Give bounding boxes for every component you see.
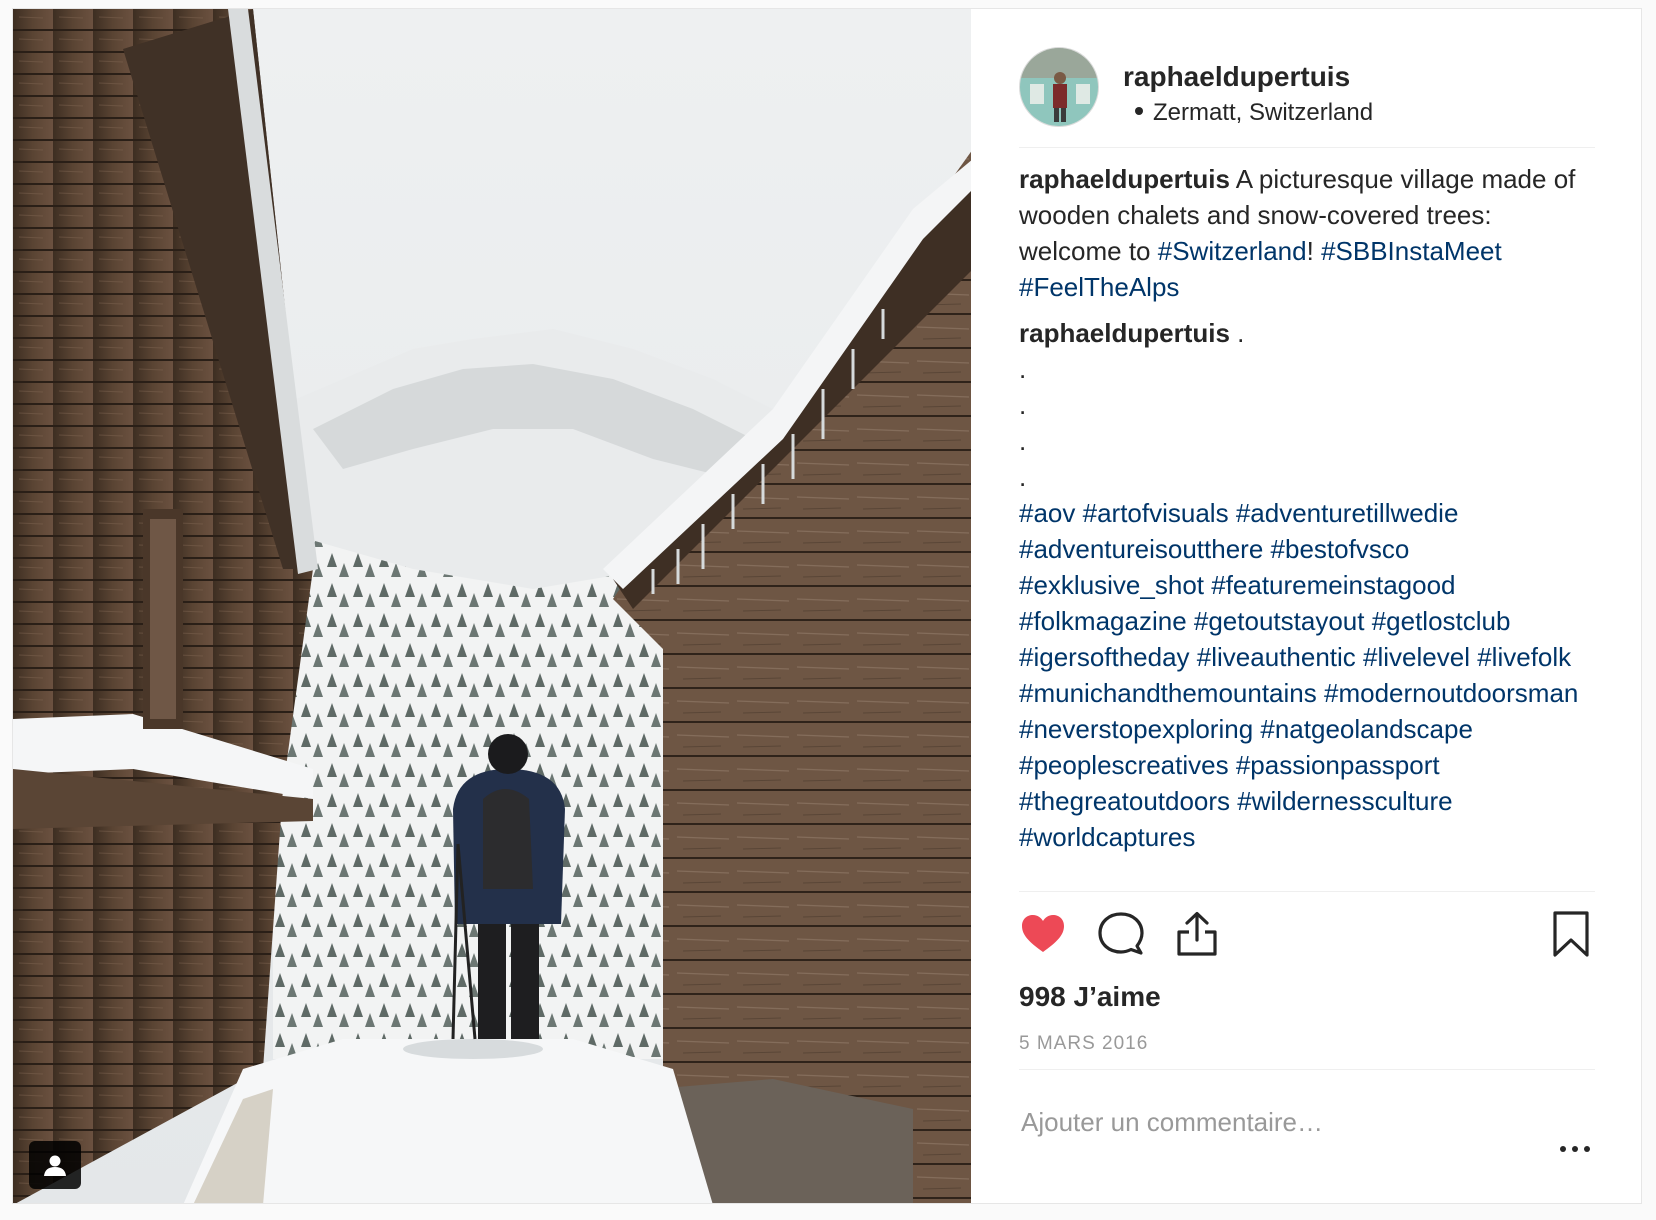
hashtag-link[interactable]: #passionpassport <box>1236 750 1440 780</box>
hashtag-link[interactable]: #neverstopexploring <box>1019 714 1253 744</box>
comment-button[interactable] <box>1097 910 1145 958</box>
hashtag-link[interactable]: #natgeolandscape <box>1260 714 1473 744</box>
save-button[interactable] <box>1547 910 1595 958</box>
more-options-button[interactable] <box>1555 1139 1595 1159</box>
comment-text-dot: . <box>1237 318 1245 348</box>
hashtag-comment: raphaeldupertuis . . . . . #aov #artofvi… <box>1019 315 1599 855</box>
share-icon <box>1177 911 1217 956</box>
hashtag-link[interactable]: #getoutstayout <box>1194 606 1365 636</box>
hashtag-link[interactable]: #aov <box>1019 498 1075 528</box>
hashtag-link[interactable]: #SBBInstaMeet <box>1321 236 1502 266</box>
speech-bubble-icon <box>1098 912 1144 955</box>
hashtag-link[interactable]: #wildernessculture <box>1237 786 1452 816</box>
location-separator-dot <box>1135 107 1143 116</box>
likes-count[interactable]: 998 J’aime <box>1019 981 1161 1013</box>
comment-dot-line: . <box>1019 462 1027 492</box>
hashtag-link[interactable]: #exklusive_shot <box>1019 570 1204 600</box>
tagged-users-button[interactable] <box>29 1141 81 1189</box>
hashtag-link[interactable]: #featuremeinstagood <box>1211 570 1455 600</box>
add-comment-input[interactable] <box>1019 1099 1503 1145</box>
hashtag-link[interactable]: #livelevel <box>1363 642 1470 672</box>
post-photo-graphic <box>13 9 971 1203</box>
caption-text-part-2: ! <box>1306 236 1314 266</box>
hashtag-link[interactable]: #modernoutdoorsman <box>1324 678 1578 708</box>
hashtag-link[interactable]: #getlostclub <box>1372 606 1511 636</box>
like-button[interactable] <box>1019 910 1067 958</box>
hashtag-link[interactable]: #liveauthentic <box>1197 642 1356 672</box>
post-owner-username[interactable]: raphaeldupertuis <box>1123 61 1350 93</box>
comment-dot-line: . <box>1019 390 1027 420</box>
caption-username[interactable]: raphaeldupertuis <box>1019 164 1230 194</box>
hashtag-link[interactable]: #FeelTheAlps <box>1019 272 1179 302</box>
post-location-text[interactable]: Zermatt, Switzerland <box>1153 99 1373 126</box>
hashtag-link[interactable]: #adventureisoutthere <box>1019 534 1263 564</box>
hashtag-link[interactable]: #munichandthemountains <box>1019 678 1317 708</box>
caption-comment: raphaeldupertuis A picturesque village m… <box>1019 161 1599 305</box>
hashtag-link[interactable]: #peoplescreatives <box>1019 750 1229 780</box>
post-location[interactable]: Zermatt, Switzerland <box>1123 99 1373 127</box>
user-icon <box>44 1155 66 1176</box>
hashtag-link[interactable]: #Switzerland <box>1158 236 1307 266</box>
heart-icon <box>1022 915 1064 952</box>
divider <box>1019 1069 1595 1070</box>
hashtag-link[interactable]: #igersoftheday <box>1019 642 1190 672</box>
avatar[interactable] <box>1019 47 1099 127</box>
comment-username[interactable]: raphaeldupertuis <box>1019 318 1230 348</box>
hashtag-link[interactable]: #livefolk <box>1477 642 1571 672</box>
post-header: raphaeldupertuis Zermatt, Switzerland <box>1019 47 1595 148</box>
comment-dot-line: . <box>1019 426 1027 456</box>
post-photo[interactable] <box>13 9 971 1203</box>
hashtag-link[interactable]: #folkmagazine <box>1019 606 1187 636</box>
hashtag-link[interactable]: #thegreatoutdoors <box>1019 786 1230 816</box>
post-card: raphaeldupertuis Zermatt, Switzerland ra… <box>12 8 1642 1204</box>
post-sidebar: raphaeldupertuis Zermatt, Switzerland ra… <box>971 9 1641 1203</box>
hashtag-link[interactable]: #artofvisuals <box>1083 498 1229 528</box>
comment-dot-line: . <box>1019 354 1027 384</box>
hashtag-link[interactable]: #adventuretillwedie <box>1236 498 1459 528</box>
avatar-image <box>1020 48 1098 126</box>
share-button[interactable] <box>1173 910 1221 958</box>
comments-list: raphaeldupertuis A picturesque village m… <box>1019 161 1599 881</box>
post-date: 5 MARS 2016 <box>1019 1033 1149 1054</box>
bookmark-icon <box>1553 911 1589 957</box>
more-dots-icon <box>1560 1146 1590 1152</box>
action-bar <box>1019 891 1595 972</box>
hashtag-link[interactable]: #bestofvsco <box>1271 534 1410 564</box>
hashtag-link[interactable]: #worldcaptures <box>1019 822 1195 852</box>
